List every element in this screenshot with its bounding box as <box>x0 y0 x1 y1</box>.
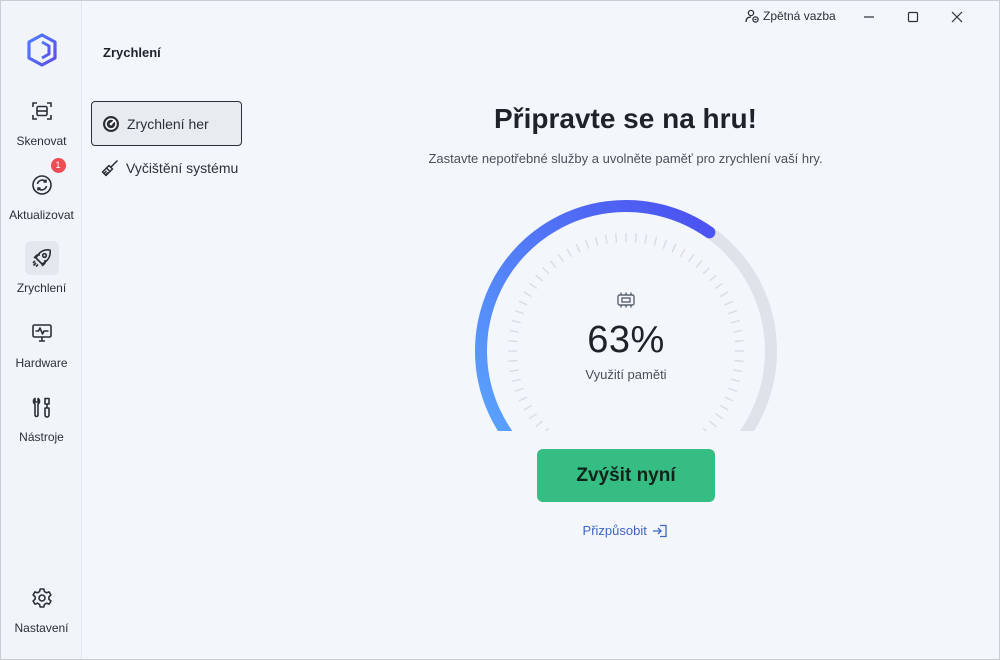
subnav-item-label: Vyčištění systému <box>126 159 239 176</box>
subnav-item-system-clean[interactable]: Vyčištění systému <box>91 145 242 190</box>
gauge-tick <box>714 412 724 420</box>
app-logo-icon <box>27 33 57 67</box>
rail-item-label: Aktualizovat <box>9 208 74 222</box>
gauge-tick <box>557 253 565 263</box>
rail-item-tools[interactable]: Nástroje <box>1 390 82 456</box>
rail-item-update[interactable]: 1 Aktualizovat <box>1 158 82 234</box>
rail-item-label: Skenovat <box>16 134 67 148</box>
gauge-tick <box>702 427 707 431</box>
memory-label: Využití paměti <box>585 367 667 382</box>
gauge-tick <box>724 396 734 402</box>
notification-badge: 1 <box>50 158 66 173</box>
broom-icon <box>101 159 119 176</box>
subnav-item-label: Zrychlení her <box>127 115 209 132</box>
gauge-tick <box>714 282 724 290</box>
refresh-icon: 1 <box>25 158 66 202</box>
main-panel: Připravte se na hru! Zastavte nepotřebné… <box>251 1 999 659</box>
gauge-tick <box>535 420 543 428</box>
gauge-tick <box>662 239 668 249</box>
enter-arrow-icon <box>653 524 668 537</box>
page-headline: Připravte se na hru! <box>494 103 757 134</box>
boost-now-button[interactable]: Zvýšit nyní <box>537 449 715 502</box>
gauge-tick <box>594 236 599 246</box>
gear-icon <box>25 581 59 615</box>
rail-item-label: Zrychlení <box>16 281 67 295</box>
gauge-tick <box>542 267 550 275</box>
gauge-tick <box>709 274 717 282</box>
gauge-tick <box>695 260 703 268</box>
gauge-tick <box>604 234 608 244</box>
memory-percent: 63% <box>587 319 665 361</box>
gauge-tick <box>720 404 729 411</box>
secondary-nav: Zrychlení Zrychlení her Vyčištění systém… <box>83 1 251 659</box>
gauge-tick <box>514 387 524 393</box>
gauge-tick <box>518 396 528 402</box>
rail-item-label: Nástroje <box>19 430 64 444</box>
customize-label: Přizpůsobit <box>582 523 647 539</box>
gauge-icon <box>103 115 119 132</box>
gauge-tick <box>545 427 550 431</box>
rail-item-settings[interactable]: Nastavení <box>1 581 82 647</box>
gauge-readout: 63% Využití paměti <box>468 291 784 382</box>
customize-link[interactable]: Přizpůsobit <box>251 522 999 539</box>
gauge-tick <box>528 412 538 420</box>
rail-item-label: Hardware <box>15 356 68 370</box>
page-description: Zastavte nepotřebné služby a uvolněte pa… <box>428 151 823 166</box>
gauge-tick <box>702 267 710 275</box>
gauge-tick <box>644 234 648 244</box>
gauge-tick <box>584 239 590 249</box>
gauge-tick <box>634 233 637 243</box>
gauge-tick <box>687 253 695 263</box>
gauge-tick <box>535 274 543 282</box>
memory-chip-icon <box>617 292 635 308</box>
app-window: Skenovat 1 Aktualizovat Zrychlení Hardwa… <box>0 0 1000 660</box>
rail-item-label: Nastavení <box>14 621 69 635</box>
rail-item-scan[interactable]: Skenovat <box>1 94 82 160</box>
gauge-tick <box>575 243 581 253</box>
subnav-item-game-boost[interactable]: Zrychlení her <box>91 101 242 146</box>
gauge-tick <box>653 236 658 246</box>
gauge-tick <box>615 233 618 243</box>
rail-item-speedup[interactable]: Zrychlení <box>1 241 82 307</box>
gauge-tick <box>728 387 738 393</box>
monitor-pulse-icon <box>25 316 59 350</box>
gauge-tick <box>549 260 557 268</box>
tools-icon <box>25 390 59 424</box>
icon-rail: Skenovat 1 Aktualizovat Zrychlení Hardwa… <box>1 1 82 659</box>
gauge-tick <box>671 243 677 253</box>
gauge-tick <box>528 282 538 290</box>
section-title: Zrychlení <box>103 45 161 60</box>
rocket-icon <box>24 241 59 275</box>
gauge-tick <box>523 404 532 411</box>
gauge-tick <box>679 248 686 257</box>
rail-item-hardware[interactable]: Hardware <box>1 316 82 382</box>
gauge-tick <box>566 248 573 257</box>
scan-icon <box>25 94 59 128</box>
gauge-tick <box>709 420 717 428</box>
